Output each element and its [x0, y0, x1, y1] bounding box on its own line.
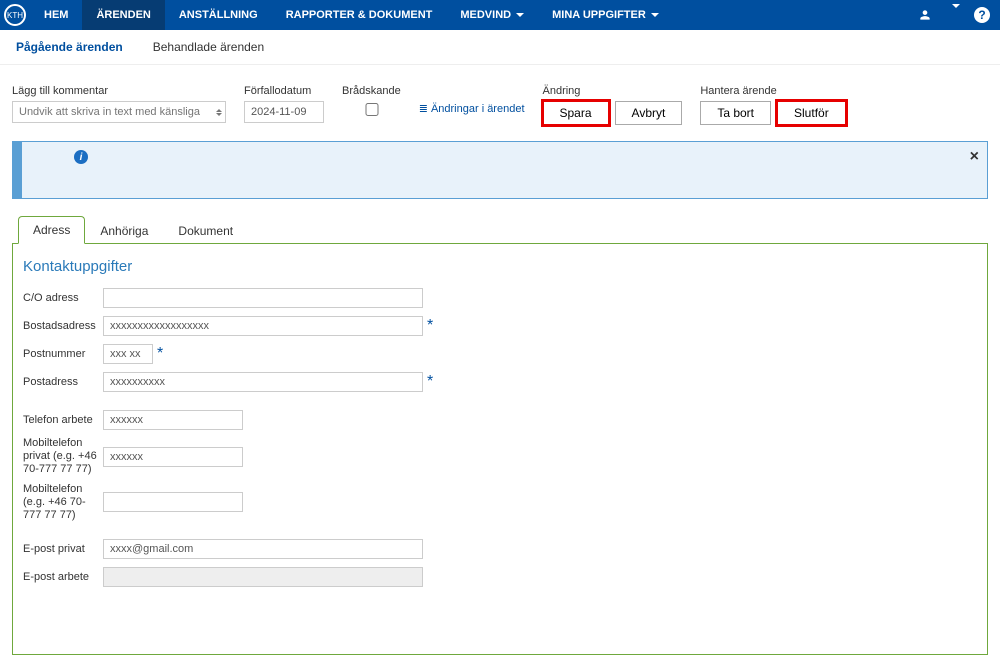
user-dropdown[interactable]: [952, 8, 960, 22]
comment-group: Lägg till kommentar: [12, 85, 226, 123]
nav-label: HEM: [44, 9, 68, 21]
due-group: Förfallodatum: [244, 85, 324, 123]
email-work-input: [103, 567, 423, 587]
change-group: Ändring Spara Avbryt: [543, 85, 683, 125]
co-input[interactable]: [103, 288, 423, 308]
finish-button[interactable]: Slutför: [777, 101, 846, 125]
toolbar: Lägg till kommentar Förfallodatum Brådsk…: [0, 65, 1000, 131]
email-work-label: E-post arbete: [23, 571, 103, 583]
changes-link[interactable]: ≣Ändringar i ärendet: [419, 101, 525, 115]
mobile-priv-input[interactable]: [103, 447, 243, 467]
urgent-group: Brådskande: [342, 85, 401, 119]
user-icon: [918, 8, 932, 22]
info-box: i ×: [12, 141, 988, 199]
changes-link-text: Ändringar i ärendet: [431, 103, 525, 115]
mobile-priv-label: Mobiltelefon privat (e.g. +46 70-777 77 …: [23, 437, 103, 477]
urgent-checkbox[interactable]: [346, 103, 398, 116]
sub-nav: Pågående ärenden Behandlade ärenden: [0, 30, 1000, 65]
top-nav: KTH HEM ÄRENDEN ANSTÄLLNING RAPPORTER & …: [0, 0, 1000, 30]
nav-uppgifter[interactable]: MINA UPPGIFTER: [538, 0, 673, 30]
subnav-handled[interactable]: Behandlade ärenden: [153, 40, 264, 54]
chevron-down-icon: [952, 4, 960, 22]
arrow-up-icon: [216, 109, 222, 112]
required-icon: *: [157, 345, 163, 363]
tabs-bar: Adress Anhöriga Dokument: [12, 215, 988, 244]
nav-label: MEDVIND: [460, 9, 511, 21]
tel-work-input[interactable]: [103, 410, 243, 430]
comment-label: Lägg till kommentar: [12, 85, 226, 97]
subnav-pending[interactable]: Pågående ärenden: [16, 40, 123, 54]
co-label: C/O adress: [23, 292, 103, 304]
nav-label: RAPPORTER & DOKUMENT: [286, 9, 433, 21]
post-input[interactable]: [103, 344, 153, 364]
list-icon: ≣: [419, 103, 428, 115]
post-label: Postnummer: [23, 348, 103, 360]
delete-button[interactable]: Ta bort: [700, 101, 771, 125]
home-input[interactable]: [103, 316, 423, 336]
nav-arenden[interactable]: ÄRENDEN: [82, 0, 164, 30]
urgent-label: Brådskande: [342, 85, 401, 97]
nav-rapporter[interactable]: RAPPORTER & DOKUMENT: [272, 0, 447, 30]
required-icon: *: [427, 373, 433, 391]
help-icon[interactable]: ?: [974, 7, 990, 23]
nav-medvind[interactable]: MEDVIND: [446, 0, 538, 30]
save-button[interactable]: Spara: [543, 101, 609, 125]
spinner-arrows[interactable]: [216, 101, 222, 123]
tab-dokument[interactable]: Dokument: [163, 217, 248, 244]
postaddr-input[interactable]: [103, 372, 423, 392]
changes-group: ≣Ändringar i ärendet: [419, 85, 525, 115]
nav-label: MINA UPPGIFTER: [552, 9, 646, 21]
due-label: Förfallodatum: [244, 85, 324, 97]
mobile-input[interactable]: [103, 492, 243, 512]
tel-work-label: Telefon arbete: [23, 414, 103, 426]
chevron-down-icon: [651, 13, 659, 17]
nav-label: ÄRENDEN: [96, 9, 150, 21]
arrow-down-icon: [216, 113, 222, 116]
comment-input[interactable]: [12, 101, 226, 123]
nav-label: ANSTÄLLNING: [179, 9, 258, 21]
manage-label: Hantera ärende: [700, 85, 845, 97]
tab-adress[interactable]: Adress: [18, 216, 85, 244]
email-priv-label: E-post privat: [23, 543, 103, 555]
mobile-label: Mobiltelefon (e.g. +46 70-777 77 77): [23, 483, 103, 523]
logo[interactable]: KTH: [0, 0, 30, 30]
logo-circle: KTH: [4, 4, 26, 26]
change-label: Ändring: [543, 85, 683, 97]
cancel-button[interactable]: Avbryt: [615, 101, 683, 125]
email-priv-input[interactable]: [103, 539, 423, 559]
tab-content: Kontaktuppgifter C/O adress Bostadsadres…: [12, 244, 988, 655]
nav-hem[interactable]: HEM: [30, 0, 82, 30]
section-title: Kontaktuppgifter: [23, 258, 977, 275]
required-icon: *: [427, 317, 433, 335]
info-icon: i: [74, 150, 88, 164]
due-input[interactable]: [244, 101, 324, 123]
tab-anhoriga[interactable]: Anhöriga: [85, 217, 163, 244]
close-icon[interactable]: ×: [970, 148, 979, 166]
user-menu[interactable]: [912, 8, 938, 22]
chevron-down-icon: [516, 13, 524, 17]
manage-group: Hantera ärende Ta bort Slutför: [700, 85, 845, 125]
nav-anstallning[interactable]: ANSTÄLLNING: [165, 0, 272, 30]
postaddr-label: Postadress: [23, 376, 103, 388]
home-label: Bostadsadress: [23, 320, 103, 332]
